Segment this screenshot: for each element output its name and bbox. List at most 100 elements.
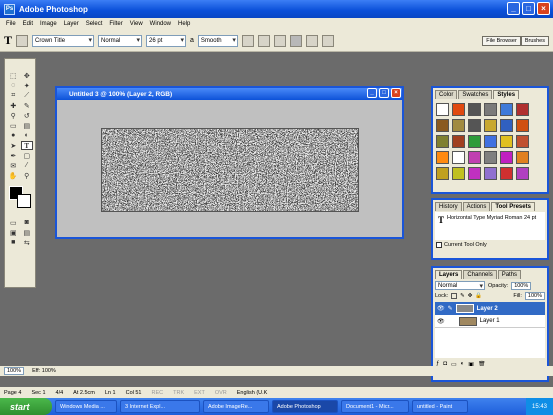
style-swatch[interactable] <box>516 151 529 164</box>
layer-row[interactable]: 👁 Layer 1 <box>435 315 545 328</box>
eye-icon[interactable]: 👁 <box>437 318 445 325</box>
tab-color[interactable]: Color <box>435 90 458 99</box>
tab-paths[interactable]: Paths <box>497 270 522 279</box>
font-family-select[interactable]: Crown Title <box>32 34 95 47</box>
document-titlebar[interactable]: Untitled 3 @ 100% (Layer 2, RGB) _ □ × <box>57 88 402 100</box>
style-swatch[interactable] <box>436 135 449 148</box>
current-tool-only-checkbox[interactable] <box>436 242 442 248</box>
ovr-status[interactable]: OVR <box>215 390 227 396</box>
lock-transparency-checkbox[interactable] <box>451 293 458 299</box>
screen-mode-full-black-icon[interactable]: ■ <box>7 238 20 247</box>
shape-icon[interactable]: ▢ <box>21 151 34 160</box>
path-select-icon[interactable]: ➤ <box>7 141 20 150</box>
menu-select[interactable]: Select <box>86 21 103 27</box>
pen-icon[interactable]: ✒ <box>7 151 20 160</box>
noise-canvas[interactable] <box>101 128 359 212</box>
menu-image[interactable]: Image <box>40 21 57 27</box>
task-windows-media[interactable]: Windows Media ... <box>55 400 117 413</box>
eraser-icon[interactable]: ▭ <box>7 121 20 130</box>
antialias-select[interactable]: Smooth <box>197 34 238 47</box>
zoom-icon[interactable]: ⚲ <box>21 171 34 180</box>
tab-styles[interactable]: Styles <box>493 90 520 99</box>
align-center-button[interactable] <box>257 34 270 47</box>
layer-row-active[interactable]: 👁 ✎ Layer 2 <box>435 302 545 315</box>
gradient-icon[interactable]: ▤ <box>21 121 34 130</box>
style-swatch[interactable] <box>468 135 481 148</box>
style-swatch[interactable] <box>452 167 465 180</box>
menu-layer[interactable]: Layer <box>64 21 79 27</box>
type-icon[interactable]: T <box>20 141 33 150</box>
style-swatch[interactable] <box>500 119 513 132</box>
task-internet-explorer[interactable]: 3 Internet Expl... <box>120 400 200 413</box>
align-right-button[interactable] <box>273 34 286 47</box>
notes-icon[interactable]: ✉ <box>7 161 20 170</box>
style-swatch[interactable] <box>484 103 497 116</box>
tab-history[interactable]: History <box>435 202 462 211</box>
style-swatch[interactable] <box>468 151 481 164</box>
magic-wand-icon[interactable]: ✦ <box>21 81 34 90</box>
tab-tool-presets[interactable]: Tool Presets <box>491 202 535 211</box>
jump-to-imageready-icon[interactable]: ⇆ <box>21 238 34 247</box>
style-swatch[interactable] <box>452 135 465 148</box>
document-window[interactable]: Untitled 3 @ 100% (Layer 2, RGB) _ □ × <box>55 86 404 239</box>
menu-help[interactable]: Help <box>178 21 190 27</box>
style-swatch[interactable] <box>468 119 481 132</box>
text-color-swatch[interactable] <box>289 34 302 47</box>
background-color[interactable] <box>17 194 31 208</box>
dodge-icon[interactable]: ◐ <box>21 131 34 140</box>
style-swatch[interactable] <box>500 135 513 148</box>
doc-close-button[interactable]: × <box>391 88 401 98</box>
lock-brush-icon[interactable]: ✎ <box>460 293 465 299</box>
preset-item[interactable]: Horizontal Type Myriad Roman 24 pt <box>447 215 536 221</box>
brushes-tab[interactable]: Brushes <box>520 36 549 46</box>
maximize-button[interactable]: □ <box>522 2 535 15</box>
file-browser-tab[interactable]: File Browser <box>482 36 521 46</box>
blend-mode-select[interactable]: Normal <box>435 281 485 290</box>
tab-channels[interactable]: Channels <box>463 270 497 279</box>
fill-input[interactable]: 100% <box>524 292 545 300</box>
task-photoshop[interactable]: Adobe Photoshop <box>272 400 338 413</box>
style-swatch[interactable] <box>468 103 481 116</box>
style-swatch[interactable] <box>452 103 465 116</box>
clock[interactable]: 15:43 <box>532 404 547 410</box>
palettes-button[interactable] <box>321 34 334 47</box>
doc-maximize-button[interactable]: □ <box>379 88 389 98</box>
tab-swatches[interactable]: Swatches <box>458 90 493 99</box>
blur-icon[interactable]: ● <box>7 131 20 140</box>
start-button[interactable]: start <box>0 398 52 415</box>
tab-actions[interactable]: Actions <box>462 202 491 211</box>
style-swatch[interactable] <box>484 167 497 180</box>
type-tool-icon[interactable]: T <box>4 33 12 48</box>
menu-file[interactable]: File <box>6 21 16 27</box>
warp-text-button[interactable] <box>305 34 318 47</box>
ext-status[interactable]: EXT <box>194 390 205 396</box>
eyedropper-icon[interactable]: ⁄ <box>21 161 34 170</box>
standard-mode-icon[interactable]: ▭ <box>7 218 20 227</box>
doc-minimize-button[interactable]: _ <box>367 88 377 98</box>
marquee-icon[interactable]: ⬚ <box>7 71 20 80</box>
clone-stamp-icon[interactable]: ⚲ <box>7 111 20 120</box>
move-icon[interactable]: ✥ <box>21 71 34 80</box>
trk-status[interactable]: TRK <box>173 390 184 396</box>
menu-filter[interactable]: Filter <box>109 21 122 27</box>
style-swatch[interactable] <box>484 151 497 164</box>
style-swatch[interactable] <box>516 167 529 180</box>
lock-all-icon[interactable]: 🔒 <box>475 293 482 299</box>
align-left-button[interactable] <box>241 34 254 47</box>
hand-icon[interactable]: ✋ <box>7 171 20 180</box>
style-swatch[interactable] <box>452 151 465 164</box>
style-swatch[interactable] <box>436 119 449 132</box>
lasso-icon[interactable]: ◌ <box>7 81 20 90</box>
lock-move-icon[interactable]: ✥ <box>468 293 473 299</box>
screen-mode-standard-icon[interactable]: ▣ <box>7 228 20 237</box>
style-swatch[interactable] <box>468 167 481 180</box>
task-paint[interactable]: untitled - Paint <box>412 400 468 413</box>
history-brush-icon[interactable]: ↺ <box>21 111 34 120</box>
rec-status[interactable]: REC <box>152 390 164 396</box>
menu-edit[interactable]: Edit <box>23 21 33 27</box>
crop-icon[interactable]: ⌗ <box>7 91 20 100</box>
style-swatch[interactable] <box>452 119 465 132</box>
style-swatch[interactable] <box>500 103 513 116</box>
style-swatch[interactable] <box>484 135 497 148</box>
font-size-select[interactable]: 26 pt <box>146 34 187 47</box>
